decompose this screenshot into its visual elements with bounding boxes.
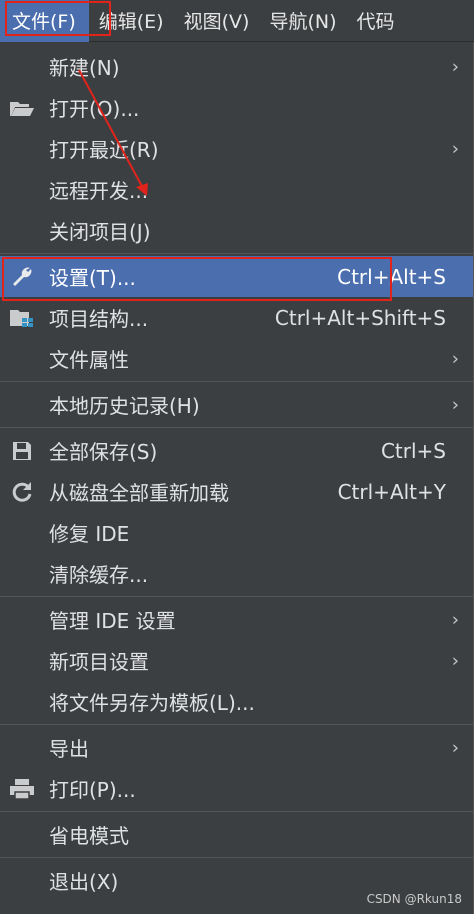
- menu-file[interactable]: 文件(F): [0, 0, 89, 42]
- menu-item-label: 项目结构...: [49, 307, 149, 331]
- folder-icon: [8, 96, 36, 120]
- chevron-right-icon: ›: [451, 348, 459, 369]
- menu-item-label: 设置(T)...: [49, 266, 136, 290]
- menu-item-new[interactable]: 新建(N) ›: [0, 46, 473, 87]
- file-menu-dropdown: 新建(N) › 打开(O)... 打开最近(R) › 远程开发... 关闭项目(…: [0, 42, 474, 914]
- menu-item-label: 管理 IDE 设置: [49, 609, 176, 633]
- separator: [0, 596, 473, 597]
- menu-code[interactable]: 代码: [346, 0, 404, 42]
- wrench-icon: [8, 265, 36, 289]
- menu-item-label: 文件属性: [49, 348, 129, 372]
- menu-item-close-project[interactable]: 关闭项目(J): [0, 210, 473, 251]
- shortcut-label: Ctrl+Alt+Y: [337, 479, 446, 504]
- chevron-right-icon: ›: [451, 138, 459, 159]
- chevron-right-icon: ›: [451, 609, 459, 630]
- menu-item-reload-all[interactable]: 从磁盘全部重新加载 Ctrl+Alt+Y: [0, 471, 473, 512]
- menu-item-label: 修复 IDE: [49, 522, 130, 546]
- menu-item-label: 全部保存(S): [49, 440, 158, 464]
- menu-item-label: 新项目设置: [49, 650, 149, 674]
- menu-item-label: 从磁盘全部重新加载: [49, 481, 229, 505]
- menu-item-label: 远程开发...: [49, 179, 149, 203]
- save-icon: [8, 439, 36, 463]
- menu-item-label: 省电模式: [49, 824, 129, 848]
- chevron-right-icon: ›: [451, 394, 459, 415]
- reload-icon: [8, 480, 36, 504]
- menu-item-label: 导出: [49, 737, 89, 761]
- chevron-right-icon: ›: [451, 56, 459, 77]
- menu-item-local-history[interactable]: 本地历史记录(H) ›: [0, 384, 473, 425]
- menu-item-manage-ide-settings[interactable]: 管理 IDE 设置 ›: [0, 599, 473, 640]
- watermark: CSDN @Rkun18: [366, 892, 462, 906]
- menu-view[interactable]: 视图(V): [174, 0, 260, 42]
- menu-item-print[interactable]: 打印(P)...: [0, 768, 473, 809]
- separator: [0, 724, 473, 725]
- menu-bar: 文件(F) 编辑(E) 视图(V) 导航(N) 代码: [0, 0, 474, 42]
- menu-navigate[interactable]: 导航(N): [259, 0, 346, 42]
- menu-item-label: 打印(P)...: [49, 778, 136, 802]
- separator: [0, 857, 473, 858]
- menu-item-label: 新建(N): [49, 56, 120, 80]
- menu-item-settings[interactable]: 设置(T)... Ctrl+Alt+S: [0, 256, 473, 297]
- menu-item-label: 打开最近(R): [49, 138, 159, 162]
- menu-item-project-structure[interactable]: 项目结构... Ctrl+Alt+Shift+S: [0, 297, 473, 338]
- menu-item-label: 关闭项目(J): [49, 220, 151, 244]
- chevron-right-icon: ›: [451, 737, 459, 758]
- menu-item-invalidate-caches[interactable]: 清除缓存...: [0, 553, 473, 594]
- separator: [0, 811, 473, 812]
- menu-item-repair-ide[interactable]: 修复 IDE: [0, 512, 473, 553]
- menu-item-save-as-template[interactable]: 将文件另存为模板(L)...: [0, 681, 473, 722]
- menu-item-label: 将文件另存为模板(L)...: [49, 691, 255, 715]
- shortcut-label: Ctrl+S: [380, 438, 446, 463]
- separator: [0, 253, 473, 254]
- menu-item-file-properties[interactable]: 文件属性 ›: [0, 338, 473, 379]
- menu-item-power-save[interactable]: 省电模式: [0, 814, 473, 855]
- menu-item-label: 清除缓存...: [49, 563, 149, 587]
- menu-item-new-project-settings[interactable]: 新项目设置 ›: [0, 640, 473, 681]
- menu-item-open[interactable]: 打开(O)...: [0, 87, 473, 128]
- shortcut-label: Ctrl+Alt+Shift+S: [274, 305, 446, 330]
- printer-icon: [8, 777, 36, 801]
- menu-item-export[interactable]: 导出 ›: [0, 727, 473, 768]
- chevron-right-icon: ›: [451, 650, 459, 671]
- menu-item-label: 本地历史记录(H): [49, 394, 200, 418]
- shortcut-label: Ctrl+Alt+S: [337, 264, 446, 289]
- menu-item-save-all[interactable]: 全部保存(S) Ctrl+S: [0, 430, 473, 471]
- menu-item-remote-dev[interactable]: 远程开发...: [0, 169, 473, 210]
- menu-edit[interactable]: 编辑(E): [89, 0, 174, 42]
- project-structure-icon: [8, 306, 36, 330]
- menu-item-label: 退出(X): [49, 870, 119, 894]
- separator: [0, 381, 473, 382]
- menu-item-open-recent[interactable]: 打开最近(R) ›: [0, 128, 473, 169]
- separator: [0, 427, 473, 428]
- menu-item-label: 打开(O)...: [49, 97, 140, 121]
